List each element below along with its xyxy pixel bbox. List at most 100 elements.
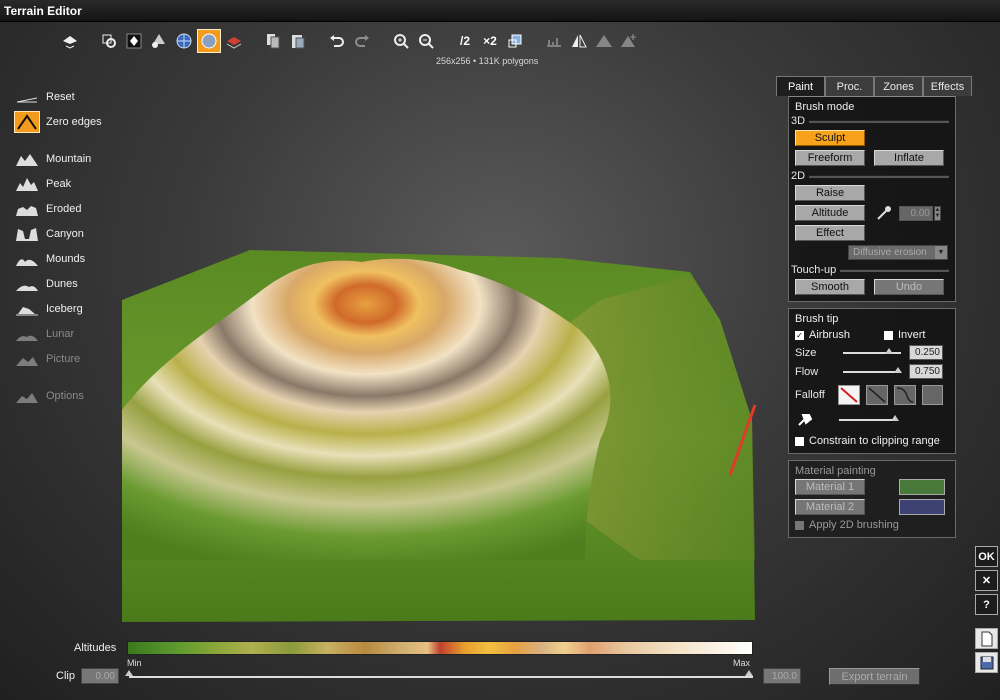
- globe-icon: [176, 33, 192, 49]
- flow-slider-thumb[interactable]: [894, 366, 903, 373]
- peak-tool-button[interactable]: [592, 29, 616, 53]
- invert-checkbox[interactable]: [883, 330, 893, 340]
- falloff-flat-button[interactable]: [865, 385, 888, 405]
- pin-icon[interactable]: [795, 411, 815, 429]
- freeform-button[interactable]: Freeform: [795, 150, 865, 166]
- clip-range-slider[interactable]: [125, 670, 753, 678]
- clip-min-thumb[interactable]: [125, 670, 133, 676]
- falloff-smooth-button[interactable]: [893, 385, 916, 405]
- zoom-out-button[interactable]: [414, 29, 438, 53]
- objects-button[interactable]: [147, 29, 171, 53]
- altitude-spinner[interactable]: ▲ ▼: [934, 205, 941, 221]
- inflate-button[interactable]: Inflate: [874, 150, 944, 166]
- sculpt-button[interactable]: Sculpt: [795, 130, 865, 146]
- sphere-view-button[interactable]: [197, 29, 221, 53]
- preset-lunar[interactable]: Lunar: [14, 321, 124, 346]
- preset-eroded[interactable]: Eroded: [14, 196, 124, 221]
- falloff-linear-button[interactable]: [837, 385, 860, 405]
- peak-plus-button[interactable]: [617, 29, 641, 53]
- preset-peak[interactable]: Peak: [14, 171, 124, 196]
- crop-button[interactable]: [503, 29, 527, 53]
- globe-button[interactable]: [172, 29, 196, 53]
- redo-icon: [355, 35, 369, 47]
- preset-iceberg[interactable]: Iceberg: [14, 296, 124, 321]
- help-button[interactable]: ?: [975, 594, 998, 615]
- shapes-icon: [152, 34, 165, 48]
- preset-label: Mountain: [46, 152, 92, 165]
- zoom-extents-button[interactable]: [97, 29, 121, 53]
- flatten-button[interactable]: [542, 29, 566, 53]
- double-resolution-button[interactable]: ×2: [478, 29, 502, 53]
- preset-dunes[interactable]: Dunes: [14, 271, 124, 296]
- preset-label: Zero edges: [46, 115, 102, 128]
- altitude-color-bar[interactable]: [127, 641, 753, 655]
- airbrush-checkbox[interactable]: ✓: [795, 330, 804, 340]
- pressure-slider-thumb[interactable]: [891, 415, 899, 421]
- material-1-swatch[interactable]: [899, 479, 945, 495]
- cube-magnify-icon: [102, 34, 116, 48]
- size-value-field[interactable]: 0.250: [909, 345, 943, 360]
- flow-value-field[interactable]: 0.750: [909, 364, 943, 379]
- material-1-button[interactable]: Material 1: [795, 479, 865, 495]
- tab-effects[interactable]: Effects: [923, 76, 972, 96]
- save-button[interactable]: [975, 652, 998, 673]
- clip-max-thumb[interactable]: [745, 670, 753, 676]
- reset-icon: [14, 86, 40, 108]
- preset-spacer: [14, 371, 124, 383]
- preset-zero-edges[interactable]: Zero edges: [14, 109, 124, 134]
- tab-paint[interactable]: Paint: [776, 76, 825, 96]
- clip-label: Clip: [56, 670, 75, 682]
- preset-reset[interactable]: Reset: [14, 84, 124, 109]
- preset-label: Dunes: [46, 277, 78, 290]
- preset-picture[interactable]: Picture: [14, 346, 124, 371]
- undo-button[interactable]: [325, 29, 349, 53]
- flow-slider[interactable]: [843, 366, 903, 373]
- raise-button[interactable]: Raise: [795, 185, 865, 201]
- clip-max-field[interactable]: 100.0: [763, 668, 801, 684]
- new-file-button[interactable]: [975, 628, 998, 649]
- altitude-value-field[interactable]: 0.00: [899, 205, 933, 221]
- size-slider-thumb[interactable]: [885, 347, 894, 354]
- preset-label: Options: [46, 389, 84, 402]
- smooth-button[interactable]: Smooth: [795, 279, 865, 295]
- preset-mounds[interactable]: Mounds: [14, 246, 124, 271]
- pressure-slider[interactable]: [839, 415, 899, 421]
- constrain-checkbox[interactable]: [795, 436, 804, 446]
- effect-dropdown[interactable]: Diffusive erosion ▼: [848, 245, 948, 260]
- falloff-constant-button[interactable]: [921, 385, 943, 405]
- section-2d: 2D: [791, 170, 949, 182]
- layers-button[interactable]: [222, 29, 246, 53]
- close-button[interactable]: ✕: [975, 570, 998, 591]
- halve-resolution-button[interactable]: /2: [453, 29, 477, 53]
- preset-canyon[interactable]: Canyon: [14, 221, 124, 246]
- canyon-icon: [14, 223, 40, 245]
- clip-min-field[interactable]: 0.00: [81, 668, 119, 684]
- apply-2d-checkbox[interactable]: [795, 520, 804, 530]
- tab-proc[interactable]: Proc.: [825, 76, 874, 96]
- copy-button[interactable]: [261, 29, 285, 53]
- zoom-in-icon: [394, 34, 409, 49]
- effect-dropdown-value: Diffusive erosion: [853, 247, 927, 258]
- plant-button[interactable]: [122, 29, 146, 53]
- undo-brush-button[interactable]: Undo: [874, 279, 944, 295]
- preset-options[interactable]: Options: [14, 383, 124, 408]
- altitude-button[interactable]: Altitude: [795, 205, 865, 221]
- altitudes-label: Altitudes: [74, 642, 117, 654]
- eyedropper-icon[interactable]: [875, 205, 893, 221]
- export-terrain-button[interactable]: Export terrain: [829, 668, 920, 685]
- undo-icon: [330, 35, 344, 47]
- material-2-swatch[interactable]: [899, 499, 945, 515]
- mirror-button[interactable]: [567, 29, 591, 53]
- tab-zones[interactable]: Zones: [874, 76, 923, 96]
- preset-spacer: [14, 134, 124, 146]
- paste-button[interactable]: [286, 29, 310, 53]
- preset-mountain[interactable]: Mountain: [14, 146, 124, 171]
- size-slider[interactable]: [843, 347, 901, 354]
- redo-button[interactable]: [350, 29, 374, 53]
- material-2-button[interactable]: Material 2: [795, 499, 865, 515]
- ok-button[interactable]: OK: [975, 546, 998, 567]
- effect-button[interactable]: Effect: [795, 225, 865, 241]
- view-mode-button[interactable]: [58, 29, 82, 53]
- zoom-in-button[interactable]: [389, 29, 413, 53]
- brush-mode-group: Brush mode 3D Sculpt Freeform Inflate 2D …: [788, 96, 956, 302]
